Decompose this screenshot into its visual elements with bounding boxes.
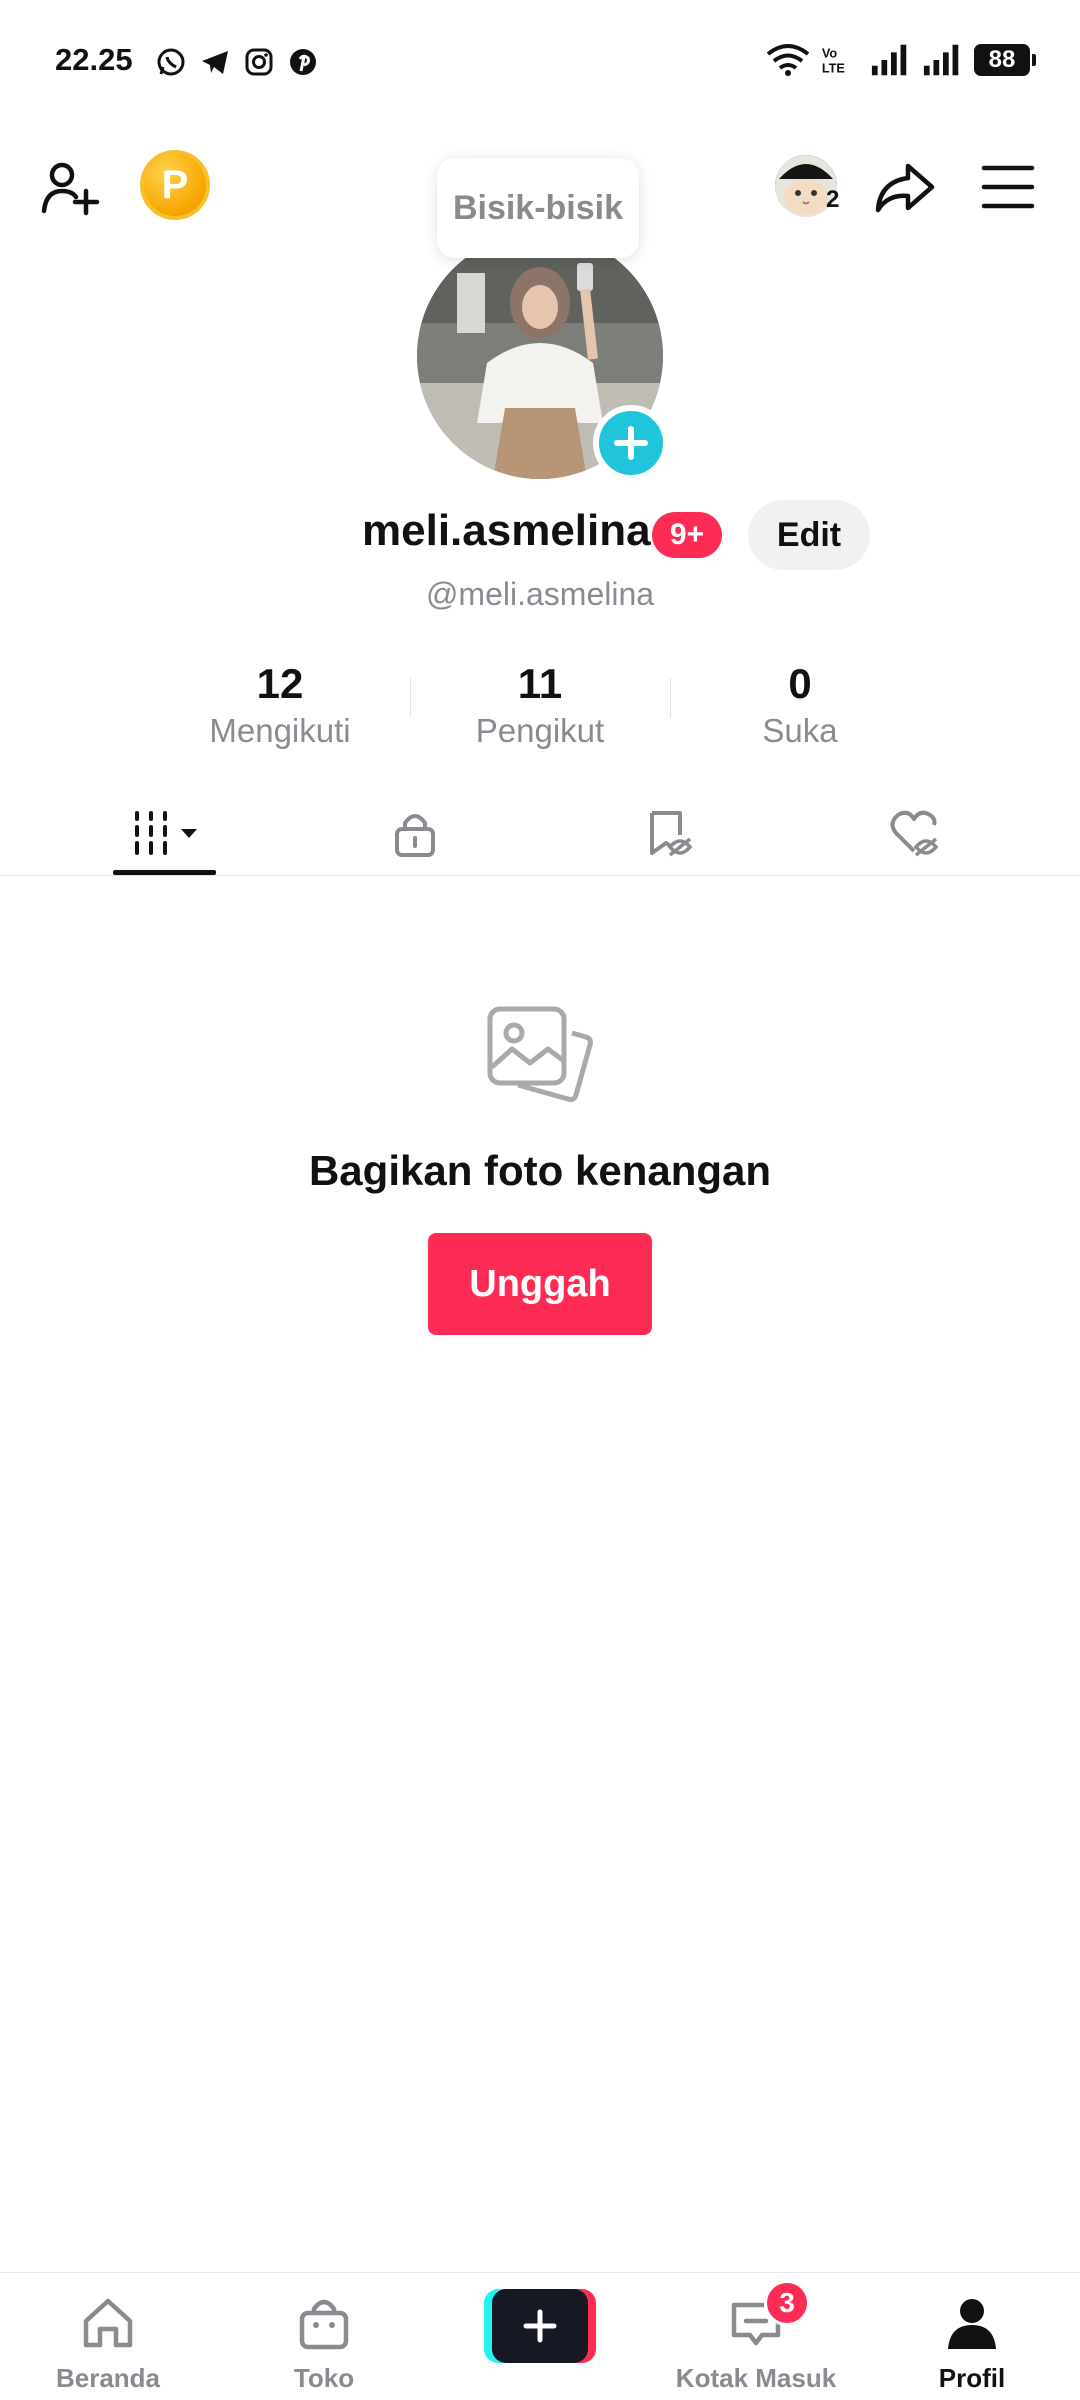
menu-icon[interactable] — [980, 162, 1036, 212]
create-plus-icon — [492, 2289, 588, 2363]
photos-icon — [487, 1006, 593, 1102]
tab-videos[interactable] — [113, 790, 216, 876]
telegram-icon — [202, 51, 228, 74]
add-photo-button[interactable] — [593, 405, 669, 481]
empty-state-title: Bagikan foto kenangan — [308, 1147, 772, 1194]
battery-indicator: 88 — [974, 44, 1036, 76]
stat-followers[interactable]: 11 Pengikut — [410, 658, 670, 754]
nav-item-kotak-masuk[interactable]: Kotak Masuk — [648, 2273, 864, 2400]
liked-hidden-icon — [890, 810, 939, 857]
nav-item-toko[interactable]: Toko — [216, 2273, 432, 2400]
stat-label: Suka — [762, 712, 838, 749]
videos-grid-icon — [134, 811, 197, 855]
status-app-icons — [155, 46, 319, 78]
plus-icon — [523, 2309, 557, 2343]
bottom-nav: Beranda Toko Kotak Masuk Profil — [0, 2272, 1080, 2400]
edit-profile-button[interactable]: Edit — [748, 500, 870, 570]
stat-value: 12 — [256, 660, 304, 707]
nav-label: Toko — [293, 2363, 355, 2393]
tab-liked[interactable] — [874, 790, 954, 876]
profile-photo-container[interactable] — [417, 233, 669, 481]
stat-likes[interactable]: 0 Suka — [670, 658, 930, 754]
notification-badge[interactable]: 9+ — [652, 512, 722, 558]
name-row: meli.asmelina 9+ Edit — [0, 500, 1080, 570]
stat-label: Pengikut — [475, 712, 605, 749]
create-button[interactable] — [484, 2289, 596, 2363]
user-handle: @meli.asmelina — [425, 576, 655, 612]
status-indicators: Vo LTE 88 — [766, 42, 1036, 78]
signal-icon-1 — [871, 44, 907, 76]
nav-label: Beranda — [55, 2363, 161, 2393]
coin-icon[interactable]: P — [140, 150, 210, 220]
upload-button[interactable]: Unggah — [428, 1233, 652, 1335]
nav-label: Kotak Masuk — [675, 2363, 837, 2393]
content-tabs — [0, 790, 1080, 876]
nav-item-profil[interactable]: Profil — [864, 2273, 1080, 2400]
stat-following[interactable]: 12 Mengikuti — [150, 658, 410, 754]
bisik-bubble[interactable]: Bisik-bisik — [437, 158, 639, 258]
lock-icon — [395, 814, 435, 857]
shop-bag-icon — [299, 2299, 349, 2350]
display-name: meli.asmelina — [362, 506, 651, 555]
svg-text:LTE: LTE — [822, 61, 845, 76]
nav-label: Profil — [938, 2363, 1006, 2393]
lte-icon: VoLTE — [822, 45, 845, 76]
tab-private[interactable] — [375, 790, 455, 876]
status-bar: 22.25 Vo LTE 88 — [0, 0, 1080, 125]
profile-icon — [948, 2299, 996, 2349]
friends-count: 2 — [826, 186, 840, 213]
bookmark-hidden-icon — [650, 811, 693, 857]
pinterest-icon — [290, 49, 316, 75]
svg-text:Vo: Vo — [822, 45, 838, 60]
tab-favorites[interactable] — [628, 790, 708, 876]
stat-value: 11 — [517, 660, 563, 707]
active-tab-indicator — [113, 870, 216, 875]
plus-icon — [614, 426, 648, 460]
whatsapp-icon — [157, 48, 185, 76]
add-friend-icon[interactable] — [38, 155, 102, 219]
stat-label: Mengikuti — [209, 712, 351, 749]
profile-stats: 12 Mengikuti 11 Pengikut 0 Suka — [150, 658, 930, 754]
home-icon — [83, 2298, 133, 2348]
share-icon[interactable] — [872, 154, 938, 220]
signal-icon-2 — [923, 44, 959, 76]
status-time: 22.25 — [55, 42, 133, 77]
nav-item-beranda[interactable]: Beranda — [0, 2273, 216, 2400]
inbox-badge: 3 — [764, 2280, 810, 2326]
wifi-icon — [766, 44, 810, 76]
stat-value: 0 — [788, 660, 812, 707]
instagram-icon — [245, 48, 273, 76]
